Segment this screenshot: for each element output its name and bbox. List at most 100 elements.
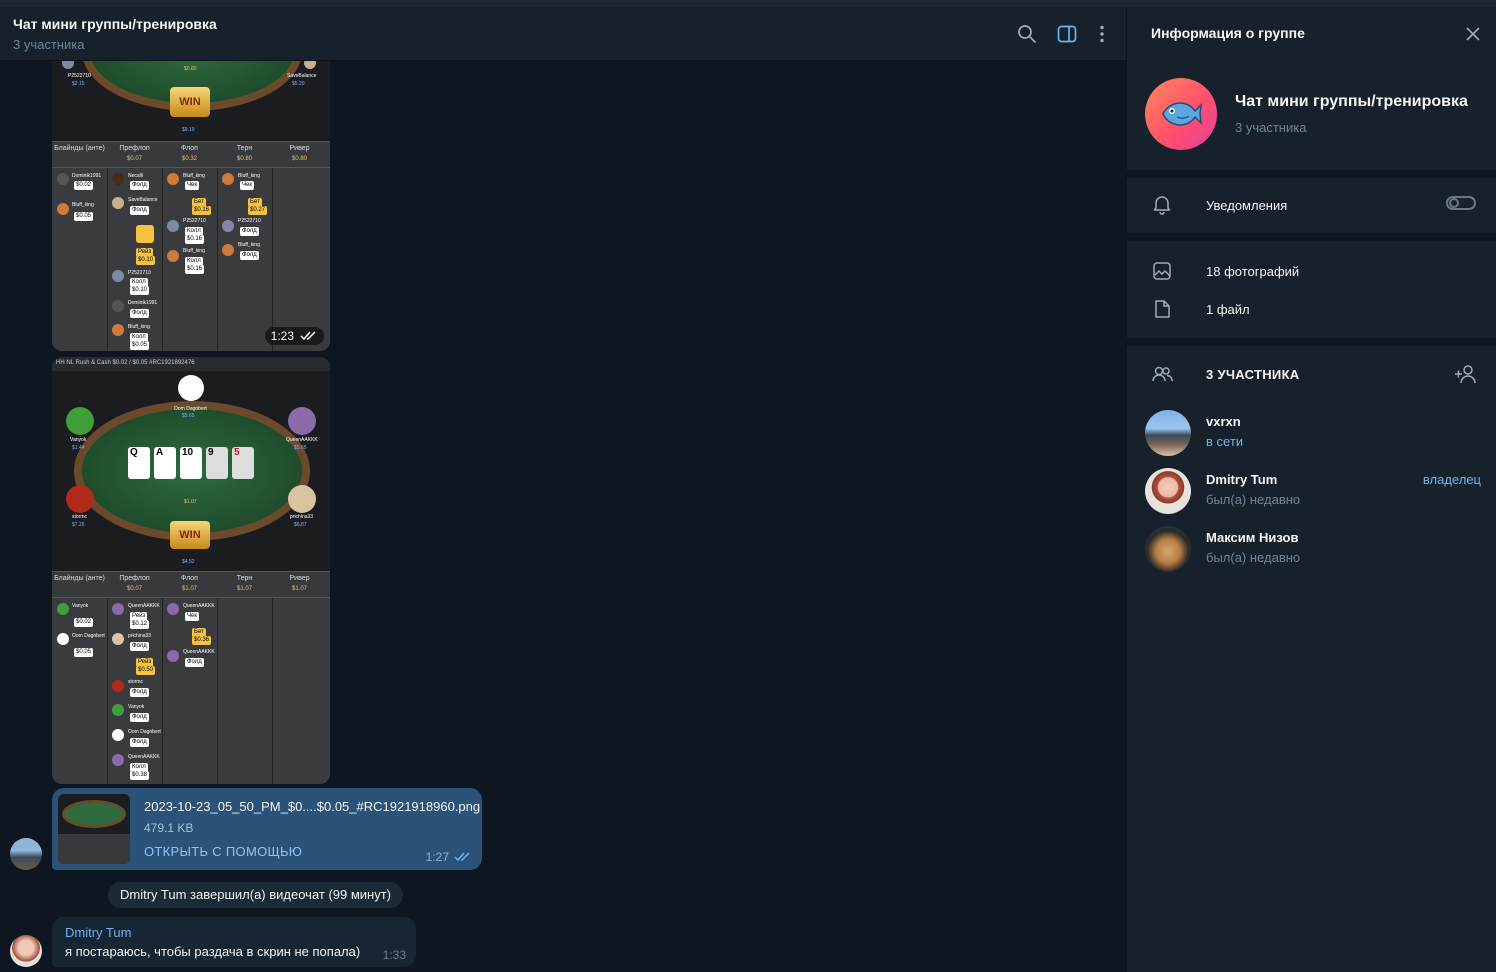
photo-timestamp: 1:23 bbox=[264, 327, 324, 345]
bell-icon bbox=[1153, 196, 1171, 215]
player-name: prichina33 bbox=[290, 514, 314, 520]
action-player: stormc bbox=[128, 679, 143, 685]
section-divider bbox=[1127, 170, 1496, 178]
sender-avatar-dmitry[interactable] bbox=[10, 935, 42, 967]
action-tag: Фолд bbox=[185, 658, 204, 667]
action-tag: Фолд bbox=[240, 251, 259, 260]
member-avatar[interactable] bbox=[1145, 526, 1191, 572]
player-stack: $2.15 bbox=[72, 81, 85, 87]
members-icon bbox=[1152, 366, 1173, 382]
action-amount: $0.38 bbox=[130, 771, 150, 780]
action-player: P2522710 bbox=[183, 218, 206, 224]
photo-message-hand-history-2[interactable]: HH NL Rush & Cash $0.02 / $0.05 #RC19218… bbox=[52, 357, 330, 784]
action-player: P2522710 bbox=[128, 270, 151, 276]
sender-avatar-vxrxn[interactable] bbox=[10, 838, 42, 870]
street-pot: $0.07 bbox=[126, 586, 142, 592]
member-avatar[interactable] bbox=[1145, 468, 1191, 514]
action-tag: Фолд bbox=[240, 227, 259, 236]
double-check-icon bbox=[300, 331, 316, 341]
double-check-icon bbox=[454, 852, 470, 862]
action-player: Dominik1991 bbox=[72, 173, 102, 179]
action-player: QueenAAKKK bbox=[183, 603, 215, 609]
action-tag: Фолд bbox=[130, 713, 149, 722]
message-text: я постараюсь, чтобы раздача в скрин не п… bbox=[65, 944, 361, 959]
action-player: Bluff_king bbox=[183, 173, 205, 179]
search-icon[interactable] bbox=[1017, 24, 1037, 44]
open-with-button[interactable]: ОТКРЫТЬ С ПОМОЩЬЮ bbox=[144, 844, 302, 859]
action-player: Dominik1991 bbox=[128, 300, 158, 306]
message-author[interactable]: Dmitry Tum bbox=[65, 925, 131, 940]
action-amount: $0.27 bbox=[248, 206, 268, 215]
player-stack: $5.65 bbox=[294, 445, 307, 451]
notifications-label[interactable]: Уведомления bbox=[1206, 198, 1287, 213]
action-amount: $0.12 bbox=[130, 620, 150, 629]
street-label: Терн bbox=[236, 145, 253, 152]
panel-title: Информация о группе bbox=[1151, 25, 1305, 41]
win-pot: $9.19 bbox=[182, 127, 195, 133]
streets-header: Блайнды (анте) Префлоп Флоп Терн Ривер $… bbox=[52, 141, 330, 167]
group-name: Чат мини группы/тренировка bbox=[1235, 93, 1468, 110]
file-thumbnail[interactable] bbox=[58, 794, 130, 864]
sidebar-toggle-icon[interactable] bbox=[1057, 24, 1077, 44]
file-message[interactable]: 2023-10-23_05_50_PM_$0....$0.05_#RC19219… bbox=[52, 788, 482, 870]
street-label: Флоп bbox=[181, 145, 198, 152]
chat-title[interactable]: Чат мини группы/тренировка bbox=[13, 16, 217, 32]
action-amount: $0.05 bbox=[130, 341, 150, 350]
member-avatar[interactable] bbox=[1145, 410, 1191, 456]
message-list[interactable]: P2522710 $2.15 SaveBalance $5.20 $0.80 W… bbox=[0, 51, 1126, 972]
chat-area: Чат мини группы/тренировка 3 участника P… bbox=[0, 7, 1126, 972]
add-member-icon[interactable] bbox=[1454, 363, 1478, 385]
photos-link[interactable]: 18 фотографий bbox=[1206, 264, 1299, 279]
player-stack: $1.44 bbox=[72, 445, 85, 451]
street-pot: $1.07 bbox=[236, 586, 252, 592]
poker-table-image: Oom Dagobert $5.65 Vanyok $1.44 QueenAAK… bbox=[52, 371, 330, 571]
files-link[interactable]: 1 файл bbox=[1206, 302, 1250, 317]
player-name: Oom Dagobert bbox=[174, 406, 207, 412]
action-player: QueenAAKKK bbox=[128, 603, 160, 609]
street-label: Терн bbox=[236, 575, 253, 582]
center-pot: $1.07 bbox=[184, 499, 197, 505]
actions-grid: Dominik1991 $0.02 Bluff_king $0.05 Necal… bbox=[52, 167, 330, 351]
street-label: Префлоп bbox=[119, 145, 150, 152]
action-player: Oom Dagobert bbox=[128, 729, 161, 735]
action-amount: $0.10 bbox=[136, 256, 156, 265]
action-player: SaveBalance bbox=[128, 197, 158, 203]
action-tag: Чек bbox=[240, 181, 254, 190]
win-badge: WIN bbox=[170, 521, 210, 549]
action-player: Necalli bbox=[128, 173, 144, 179]
street-label: Префлоп bbox=[119, 575, 150, 582]
chat-header[interactable]: Чат мини группы/тренировка 3 участника bbox=[0, 7, 1126, 61]
more-menu-icon[interactable] bbox=[1092, 24, 1112, 44]
action-player: QueenAAKKK bbox=[183, 649, 215, 655]
action-player: Vanyok bbox=[128, 704, 145, 710]
player-stack: $5.65 bbox=[182, 413, 195, 419]
group-avatar[interactable] bbox=[1145, 78, 1217, 150]
board-card: 10 bbox=[180, 447, 202, 479]
action-player: Bluff_king bbox=[183, 248, 205, 254]
action-player: Oom Dagobert bbox=[72, 633, 105, 639]
photo-message-hand-history-1[interactable]: P2522710 $2.15 SaveBalance $5.20 $0.80 W… bbox=[52, 51, 330, 351]
street-label: Блайнды (анте) bbox=[54, 145, 105, 152]
member-item[interactable]: vxrxn в сети bbox=[1127, 408, 1496, 460]
street-pot: $0.80 bbox=[291, 156, 307, 162]
street-label: Флоп bbox=[181, 575, 198, 582]
file-name[interactable]: 2023-10-23_05_50_PM_$0....$0.05_#RC19219… bbox=[144, 799, 480, 814]
member-item[interactable]: Максим Низов был(а) недавно bbox=[1127, 524, 1496, 576]
street-pot: $0.32 bbox=[181, 156, 197, 162]
close-icon[interactable] bbox=[1466, 27, 1480, 41]
action-amount: $0.05 bbox=[74, 648, 94, 657]
member-item[interactable]: Dmitry Tum был(а) недавно владелец bbox=[1127, 466, 1496, 518]
member-name: Максим Низов bbox=[1206, 530, 1299, 545]
chat-subtitle: 3 участника bbox=[13, 37, 85, 52]
player-stack: $5.20 bbox=[292, 81, 305, 87]
member-name: Dmitry Tum bbox=[1206, 472, 1278, 487]
window-top-strip bbox=[0, 0, 1496, 7]
notifications-toggle[interactable] bbox=[1446, 196, 1476, 210]
action-amount: $0.16 bbox=[192, 206, 212, 215]
fish-icon bbox=[1162, 102, 1202, 126]
action-player: QueenAAKKK bbox=[128, 754, 160, 760]
text-message[interactable]: Dmitry Tum я постараюсь, чтобы раздача в… bbox=[52, 917, 416, 967]
street-pot: $1.07 bbox=[181, 586, 197, 592]
file-timestamp: 1:27 bbox=[426, 850, 472, 864]
street-pot: $1.07 bbox=[291, 586, 307, 592]
